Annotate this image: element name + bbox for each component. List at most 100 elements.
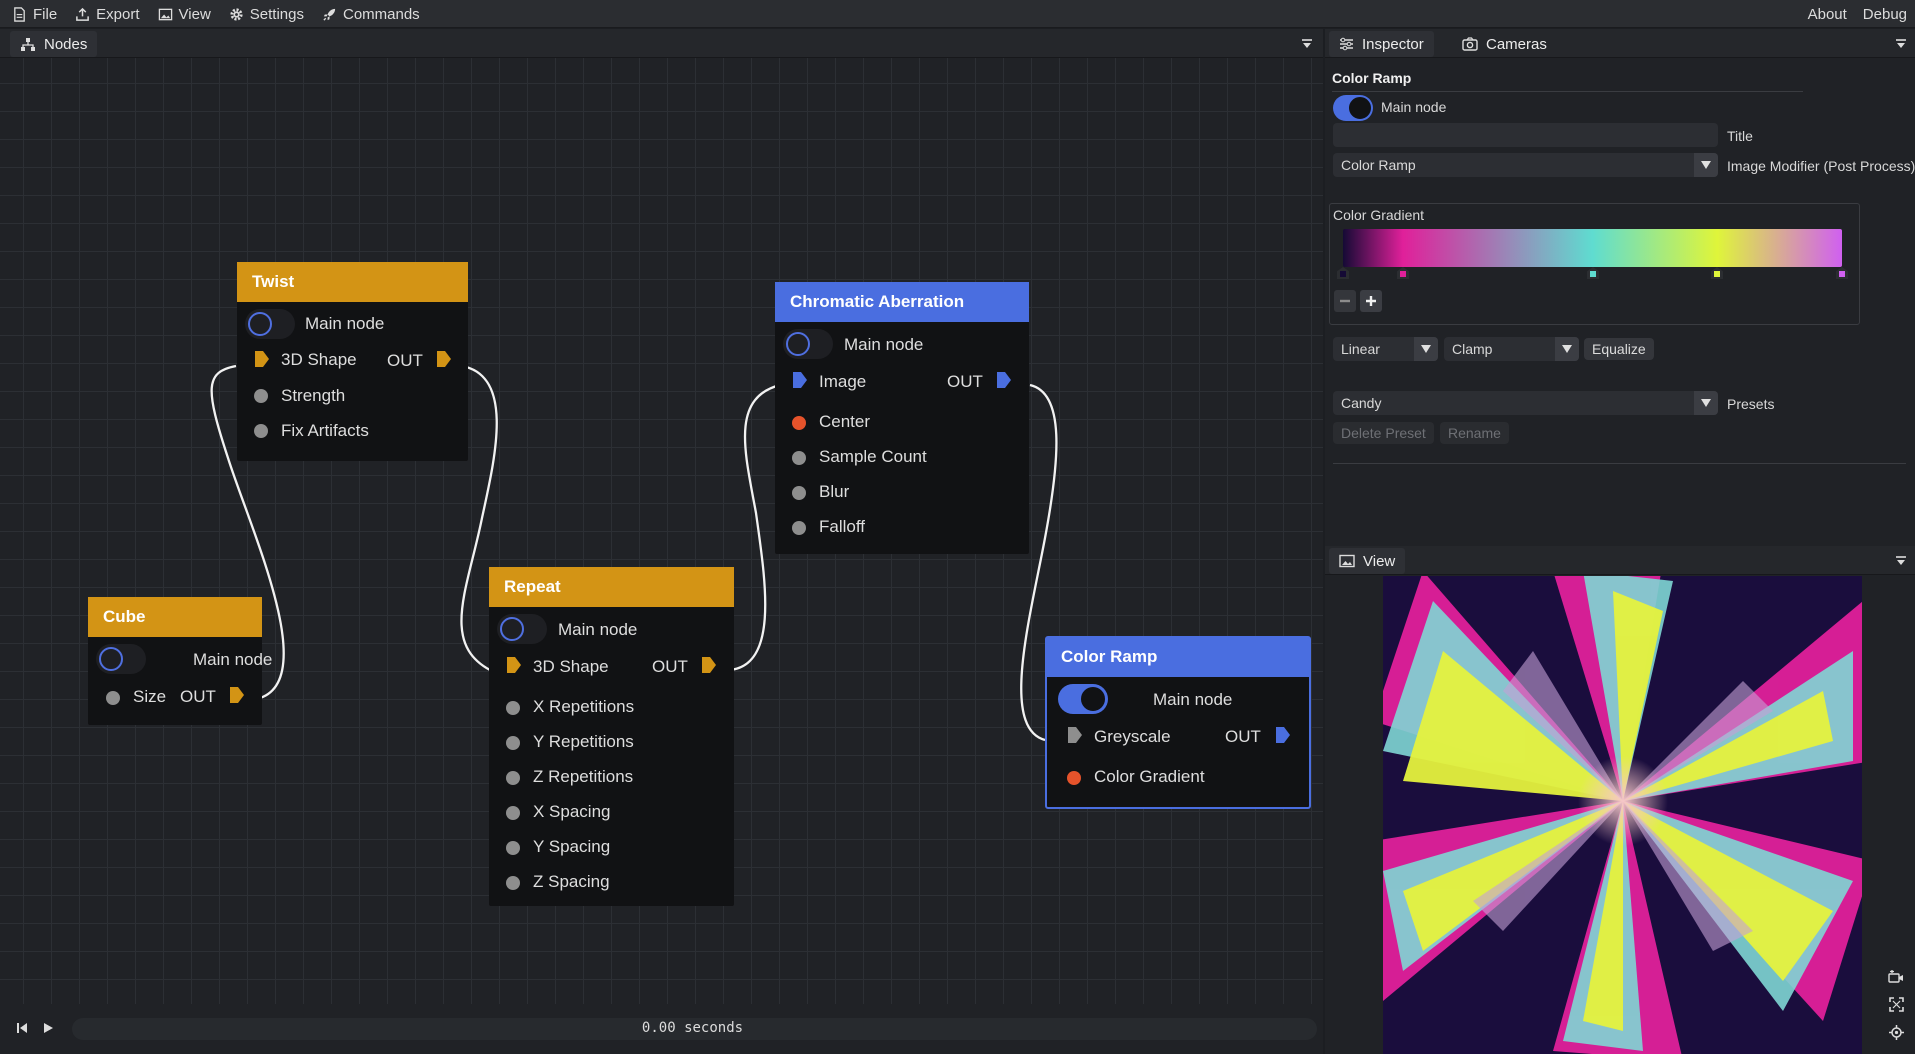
node-cube-output-port[interactable] bbox=[229, 686, 245, 704]
menu-export-label: Export bbox=[96, 5, 140, 23]
file-icon bbox=[14, 6, 25, 22]
preset-value: Candy bbox=[1341, 395, 1382, 411]
node-colorramp-title[interactable]: Color Ramp bbox=[1046, 637, 1310, 677]
node-repeat[interactable]: Repeat Main node 3D Shape OUT X Repetiti… bbox=[489, 567, 734, 906]
timeline-bar: 0.00 seconds bbox=[0, 1004, 1323, 1054]
node-chromatic-blur-socket[interactable] bbox=[792, 486, 806, 500]
color-gradient-group: Color Gradient bbox=[1329, 203, 1860, 325]
focus-button[interactable] bbox=[1885, 1022, 1907, 1042]
node-canvas[interactable]: Twist Main node 3D Shape OUT Strength Fi… bbox=[0, 58, 1323, 1004]
node-repeat-title[interactable]: Repeat bbox=[489, 567, 734, 607]
rename-preset-button[interactable]: Rename bbox=[1440, 422, 1509, 444]
node-repeat-x-spacing-label: X Spacing bbox=[533, 802, 611, 821]
node-repeat-y-repetitions-socket[interactable] bbox=[506, 736, 520, 750]
node-colorramp-input-port[interactable] bbox=[1067, 726, 1083, 744]
node-repeat-main-toggle[interactable] bbox=[497, 614, 547, 644]
render-preview[interactable] bbox=[1383, 576, 1862, 1054]
chevron-down-icon bbox=[1414, 337, 1438, 361]
remove-stop-button[interactable] bbox=[1334, 290, 1356, 312]
chevron-down-icon bbox=[1694, 153, 1718, 177]
tab-nodes[interactable]: Nodes bbox=[10, 31, 98, 57]
gradient-stop-handle[interactable] bbox=[1587, 267, 1599, 279]
node-type-label: Image Modifier (Post Process) bbox=[1727, 158, 1915, 174]
gradient-stop-handle[interactable] bbox=[1397, 267, 1409, 279]
tab-inspector[interactable]: Inspector bbox=[1329, 31, 1434, 57]
node-chromatic-center-label: Center bbox=[819, 412, 871, 431]
extend-mode-dropdown[interactable]: Clamp bbox=[1444, 337, 1579, 361]
chevron-down-icon bbox=[1555, 337, 1579, 361]
tab-cameras[interactable]: Cameras bbox=[1452, 31, 1557, 57]
inspector-main-node-label: Main node bbox=[1381, 99, 1447, 115]
node-chromatic-input-port[interactable] bbox=[792, 371, 808, 389]
interpolation-value: Linear bbox=[1341, 341, 1380, 357]
node-color-ramp[interactable]: Color Ramp Main node Greyscale OUT Color… bbox=[1045, 636, 1311, 809]
node-chromatic-falloff-socket[interactable] bbox=[792, 521, 806, 535]
node-chromatic-title[interactable]: Chromatic Aberration bbox=[775, 282, 1029, 322]
fullscreen-icon bbox=[1888, 996, 1904, 1012]
node-repeat-x-repetitions-socket[interactable] bbox=[506, 701, 520, 715]
gradient-preview[interactable] bbox=[1343, 229, 1842, 267]
menu-about[interactable]: About bbox=[1802, 0, 1853, 28]
node-cube-main-label: Main node bbox=[193, 650, 273, 669]
menu-settings-label: Settings bbox=[249, 5, 304, 23]
menu-file[interactable]: File bbox=[6, 0, 63, 28]
camera-move-button[interactable] bbox=[1885, 966, 1907, 986]
node-repeat-x-spacing-socket[interactable] bbox=[506, 806, 520, 820]
node-repeat-z-repetitions-socket[interactable] bbox=[506, 771, 520, 785]
node-type-dropdown[interactable]: Color Ramp bbox=[1333, 153, 1718, 177]
image-icon bbox=[1339, 554, 1355, 568]
node-cube-out-label: OUT bbox=[180, 687, 216, 706]
node-twist-main-label: Main node bbox=[305, 314, 385, 333]
presets-dropdown[interactable]: Candy bbox=[1333, 391, 1718, 415]
node-repeat-y-spacing-socket[interactable] bbox=[506, 841, 520, 855]
view-panel-menu-button[interactable] bbox=[1889, 550, 1913, 572]
node-repeat-input-port[interactable] bbox=[506, 656, 522, 674]
delete-preset-button[interactable]: Delete Preset bbox=[1333, 422, 1434, 444]
node-colorramp-output-port[interactable] bbox=[1275, 726, 1291, 744]
panel-menu-icon bbox=[1896, 39, 1906, 48]
inspector-panel-menu-button[interactable] bbox=[1889, 33, 1913, 55]
gradient-stop-handle[interactable] bbox=[1836, 267, 1848, 279]
node-cube-size-label: Size bbox=[133, 687, 167, 706]
menu-debug[interactable]: Debug bbox=[1857, 0, 1913, 28]
node-chromatic-center-socket[interactable] bbox=[792, 416, 806, 430]
fullscreen-button[interactable] bbox=[1885, 994, 1907, 1014]
gradient-stop-handle[interactable] bbox=[1337, 267, 1349, 279]
gradient-stop-handle[interactable] bbox=[1711, 267, 1723, 279]
node-repeat-output-port[interactable] bbox=[701, 656, 717, 674]
node-twist-fix-artifacts-label: Fix Artifacts bbox=[281, 421, 369, 440]
node-cube-size-socket[interactable] bbox=[106, 691, 120, 705]
node-repeat-z-repetitions-label: Z Repetitions bbox=[533, 767, 634, 786]
inspector-panel: Inspector Cameras Color Ramp Main node T… bbox=[1325, 29, 1915, 546]
tab-view[interactable]: View bbox=[1329, 548, 1406, 574]
menu-view[interactable]: View bbox=[152, 0, 217, 28]
node-twist-input-label: 3D Shape bbox=[281, 350, 357, 369]
gear-icon bbox=[230, 7, 243, 21]
menu-commands[interactable]: Commands bbox=[316, 0, 426, 28]
menu-export[interactable]: Export bbox=[69, 0, 145, 28]
node-chromatic-main-toggle[interactable] bbox=[783, 329, 833, 359]
node-chromatic-output-port[interactable] bbox=[996, 371, 1012, 389]
equalize-button[interactable]: Equalize bbox=[1584, 338, 1654, 360]
node-colorramp-main-toggle[interactable] bbox=[1058, 684, 1108, 714]
node-cube[interactable]: Cube Main node Size OUT bbox=[88, 597, 272, 725]
node-colorramp-gradient-socket[interactable] bbox=[1067, 771, 1081, 785]
node-twist-output-port[interactable] bbox=[436, 350, 452, 368]
node-repeat-z-spacing-socket[interactable] bbox=[506, 876, 520, 890]
node-chromatic-sample-count-socket[interactable] bbox=[792, 451, 806, 465]
inspector-main-node-toggle[interactable] bbox=[1333, 95, 1373, 121]
nodes-panel: Nodes Twist Main node 3D Shape OUT Stren… bbox=[0, 29, 1323, 1004]
panel-menu-icon bbox=[1896, 556, 1906, 565]
node-twist[interactable]: Twist Main node 3D Shape OUT Strength Fi… bbox=[237, 262, 468, 461]
add-stop-button[interactable] bbox=[1360, 290, 1382, 312]
interpolation-dropdown[interactable]: Linear bbox=[1333, 337, 1438, 361]
nodes-panel-menu-button[interactable] bbox=[1295, 33, 1319, 55]
gradient-stops[interactable] bbox=[1337, 267, 1848, 281]
node-chromatic-aberration[interactable]: Chromatic Aberration Main node Image OUT… bbox=[775, 282, 1029, 554]
menu-settings[interactable]: Settings bbox=[223, 0, 310, 28]
divider bbox=[1332, 91, 1803, 92]
node-twist-title[interactable]: Twist bbox=[237, 262, 468, 302]
gradient-stop-swatch bbox=[1340, 271, 1346, 277]
title-input[interactable] bbox=[1333, 123, 1718, 147]
node-cube-title[interactable]: Cube bbox=[88, 597, 262, 637]
